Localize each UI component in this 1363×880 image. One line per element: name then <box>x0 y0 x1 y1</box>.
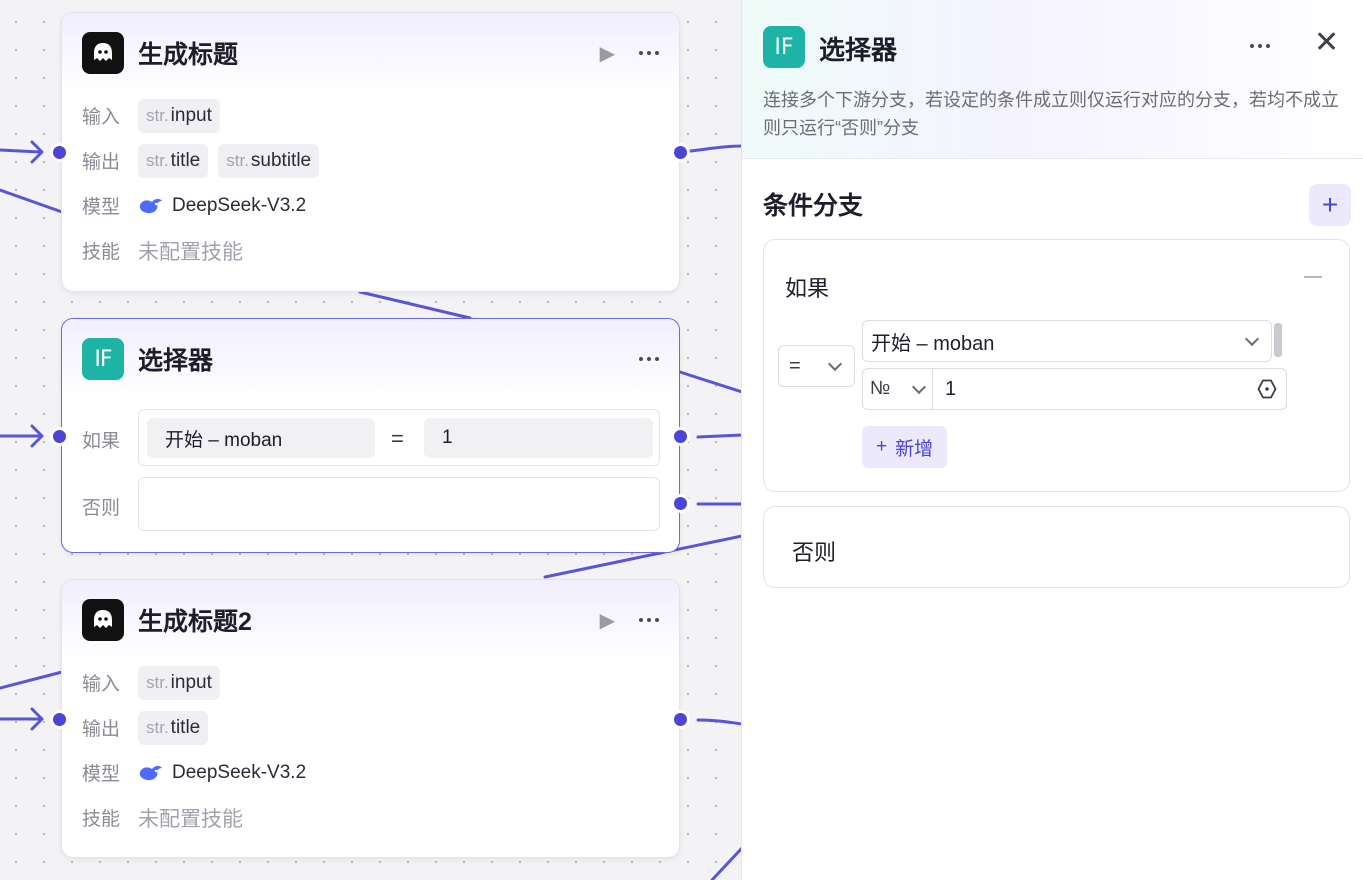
edge <box>696 433 742 439</box>
value-type: № <box>870 378 891 399</box>
add-condition-label: 新增 <box>895 438 934 460</box>
value-input[interactable]: 1 <box>933 378 1256 401</box>
panel-title[interactable]: 选择器 <box>819 30 897 67</box>
if-condition-box[interactable]: 开始 – moban = 1 <box>138 409 660 466</box>
value-type-select[interactable]: № <box>863 369 933 409</box>
chevron-down-icon <box>1244 331 1260 346</box>
edge <box>0 670 64 690</box>
selector-config-panel: IF 选择器 ✕ 连接多个下游分支，若设定的条件成立则仅运行对应的分支，若均不成… <box>741 0 1363 880</box>
condition-value: 1 <box>424 418 653 458</box>
input-label: 输入 <box>82 107 121 128</box>
else-label: 否则 <box>82 498 121 519</box>
chevron-down-icon <box>911 379 927 394</box>
param-tag: str. input <box>138 98 220 133</box>
deepseek-whale-icon <box>139 765 162 780</box>
scrollbar[interactable] <box>1274 323 1282 357</box>
node-selector[interactable]: IF 选择器 如果 开始 – moban = 1 否则 <box>61 318 680 553</box>
input-row: 输入 str. input <box>62 93 679 138</box>
if-output-port[interactable] <box>674 430 687 443</box>
skill-value: 未配置技能 <box>138 807 243 831</box>
play-icon[interactable]: ▶ <box>600 41 615 66</box>
model-name: DeepSeek-V3.2 <box>172 194 307 216</box>
edge <box>696 718 742 726</box>
node-header: IF 选择器 <box>62 319 679 399</box>
param-tag: str. subtitle <box>218 143 320 178</box>
more-icon[interactable] <box>639 51 659 55</box>
more-icon[interactable] <box>1250 44 1270 48</box>
node-output-port[interactable] <box>674 146 687 159</box>
else-branch-label: 否则 <box>792 540 837 565</box>
model-row: 模型 DeepSeek-V3.2 <box>62 183 679 228</box>
else-output-port[interactable] <box>674 497 687 510</box>
panel-header: IF 选择器 ✕ 连接多个下游分支，若设定的条件成立则仅运行对应的分支，若均不成… <box>742 0 1363 159</box>
more-icon[interactable] <box>639 618 659 622</box>
node-generate-title[interactable]: 生成标题 ▶ 输入 str. input 输出 str. title str. sub… <box>61 12 680 292</box>
param-tag: str. title <box>138 710 209 745</box>
model-label: 模型 <box>82 197 121 218</box>
node-header: 生成标题 ▶ <box>62 13 679 93</box>
condition-operator: = <box>391 426 404 451</box>
llm-robot-icon <box>82 599 124 641</box>
panel-description: 连接多个下游分支，若设定的条件成立则仅运行对应的分支，若均不成立则只运行“否则”… <box>763 90 1339 138</box>
output-row: 输出 str. title <box>62 705 679 750</box>
edge <box>0 148 42 154</box>
variable-select[interactable]: 开始 – moban <box>862 320 1272 362</box>
node-input-port[interactable] <box>53 146 66 159</box>
skill-row: 技能 未配置技能 <box>62 228 679 273</box>
edge <box>678 370 742 394</box>
llm-robot-icon <box>82 32 124 74</box>
plus-icon: + <box>876 436 888 457</box>
node-title: 生成标题2 <box>138 608 252 636</box>
output-row: 输出 str. title str. subtitle <box>62 138 679 183</box>
deepseek-whale-icon <box>139 198 162 213</box>
more-icon[interactable] <box>639 357 659 361</box>
node-output-port[interactable] <box>674 713 687 726</box>
if-branch-card: 如果 = 开始 – moban № 1 + 新增 <box>763 239 1350 492</box>
section-title: 条件分支 <box>763 192 864 220</box>
node-generate-title-2[interactable]: 生成标题2 ▶ 输入 str. input 输出 str. title 模型 Dee… <box>61 579 680 858</box>
if-branch-label: 如果 <box>785 276 830 301</box>
variable-icon[interactable] <box>1256 378 1278 400</box>
node-input-port[interactable] <box>53 430 66 443</box>
model-name: DeepSeek-V3.2 <box>172 761 307 783</box>
skill-value: 未配置技能 <box>138 240 243 264</box>
chevron-down-icon <box>827 356 843 371</box>
skill-row: 技能 未配置技能 <box>62 795 679 840</box>
skill-label: 技能 <box>82 809 121 830</box>
edge <box>710 846 742 880</box>
else-condition-box[interactable] <box>138 477 660 531</box>
param-tag: str. title <box>138 143 209 178</box>
play-icon[interactable]: ▶ <box>600 608 615 633</box>
node-title: 生成标题 <box>138 41 239 69</box>
value-field[interactable]: № 1 <box>862 368 1287 410</box>
add-branch-button[interactable]: + <box>1309 184 1351 226</box>
if-icon: IF <box>763 26 805 68</box>
node-input-port[interactable] <box>53 713 66 726</box>
condition-variable: 开始 – moban <box>147 418 375 458</box>
minus-icon[interactable] <box>1304 276 1322 278</box>
edge <box>0 188 64 214</box>
close-icon[interactable]: ✕ <box>1314 28 1339 58</box>
plus-icon: + <box>1321 189 1339 220</box>
output-label: 输出 <box>82 719 121 740</box>
node-title: 选择器 <box>138 347 214 375</box>
edge <box>678 144 742 154</box>
node-header: 生成标题2 ▶ <box>62 580 679 660</box>
operator-select[interactable]: = <box>778 345 855 387</box>
skill-label: 技能 <box>82 242 121 263</box>
param-tag: str. input <box>138 665 220 700</box>
else-branch-card: 否则 <box>763 506 1350 588</box>
output-label: 输出 <box>82 152 121 173</box>
workflow-canvas[interactable]: 生成标题 ▶ 输入 str. input 输出 str. title str. sub… <box>0 0 742 880</box>
variable-value: 开始 – moban <box>871 332 995 355</box>
operator-value: = <box>789 354 801 377</box>
input-label: 输入 <box>82 674 121 695</box>
model-row: 模型 DeepSeek-V3.2 <box>62 750 679 795</box>
edge <box>358 290 472 320</box>
if-label: 如果 <box>82 431 121 452</box>
model-label: 模型 <box>82 764 121 785</box>
if-icon: IF <box>82 338 124 380</box>
input-row: 输入 str. input <box>62 660 679 705</box>
add-condition-button[interactable]: + 新增 <box>862 426 948 468</box>
